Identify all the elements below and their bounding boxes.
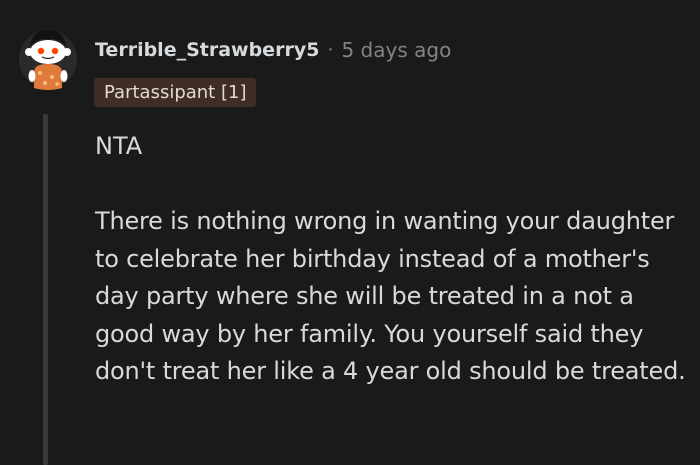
user-flair-badge: Partassipant [1] [94, 78, 257, 107]
comment-body: NTA There is nothing wrong in wanting yo… [95, 128, 690, 391]
user-avatar-icon[interactable] [18, 22, 78, 96]
comment-verdict: NTA [95, 132, 143, 160]
comment-paragraph: There is nothing wrong in wanting your d… [95, 207, 686, 385]
comment-header: Terrible_Strawberry5 · 5 days ago [95, 33, 451, 67]
meta-separator: · [327, 39, 334, 61]
thread-collapse-line[interactable] [43, 114, 48, 465]
comment-timestamp[interactable]: 5 days ago [341, 38, 451, 62]
comment: Terrible_Strawberry5 · 5 days ago Partas… [0, 0, 700, 465]
username-link[interactable]: Terrible_Strawberry5 [95, 39, 319, 61]
